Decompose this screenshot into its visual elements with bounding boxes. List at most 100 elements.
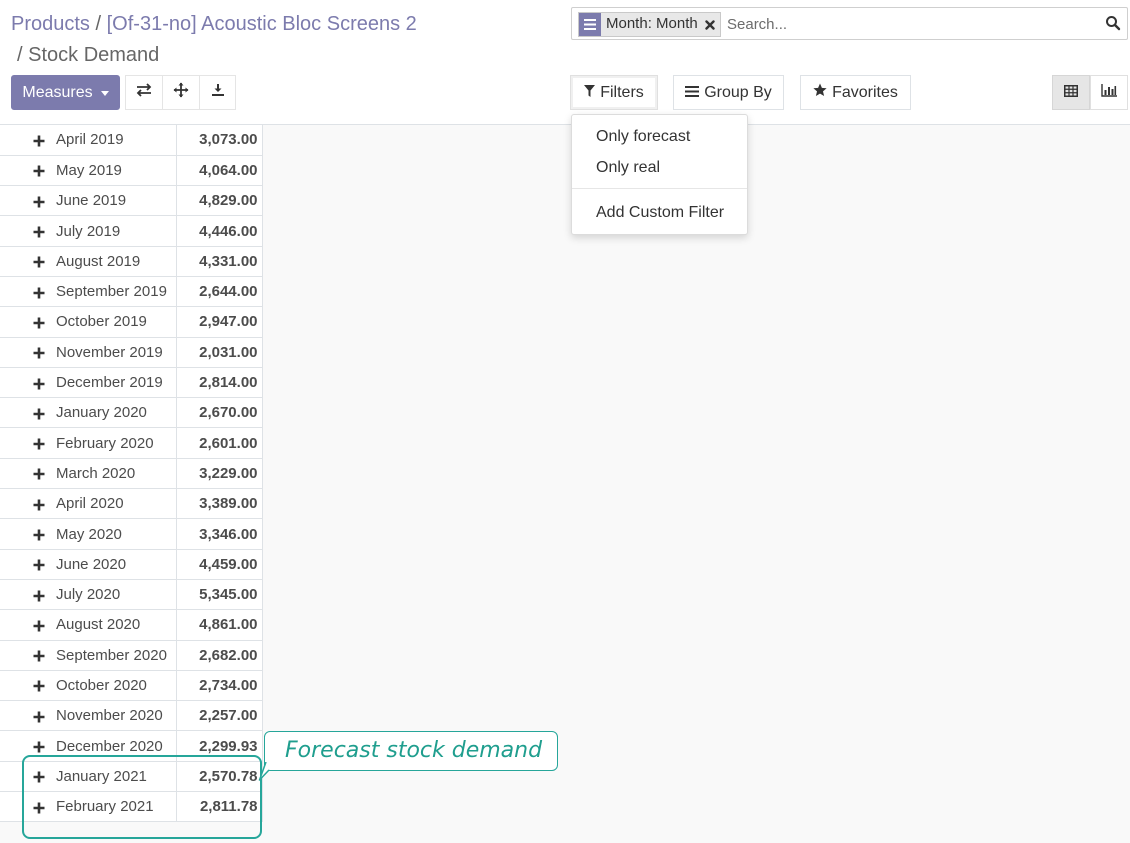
- pivot-cell-value[interactable]: 4,459.00: [176, 549, 263, 580]
- dropdown-divider: [572, 188, 747, 189]
- pivot-row-header[interactable]: July 2019: [0, 215, 177, 247]
- pivot-cell-value[interactable]: 2,734.00: [176, 670, 263, 702]
- pivot-row: October 2020 2,734.00: [0, 670, 263, 702]
- pivot-cell-value[interactable]: 4,064.00: [176, 155, 263, 187]
- expand-all-button[interactable]: [162, 75, 199, 110]
- add-custom-filter[interactable]: Add Custom Filter: [596, 204, 724, 222]
- pivot-row-header[interactable]: August 2019: [0, 246, 177, 277]
- pivot-cell-value[interactable]: 3,389.00: [176, 488, 263, 520]
- pivot-cell-value[interactable]: 2,299.93: [176, 730, 263, 762]
- pivot-row-label: November 2020: [56, 707, 163, 725]
- pivot-row-label: November 2019: [56, 343, 163, 361]
- plus-icon: [33, 346, 45, 363]
- pivot-cell-value[interactable]: 2,031.00: [176, 337, 263, 368]
- pivot-cell-value[interactable]: 4,446.00: [176, 215, 263, 247]
- favorites-button[interactable]: Favorites: [800, 75, 911, 110]
- pivot-row-header[interactable]: June 2019: [0, 185, 177, 217]
- measures-button[interactable]: Measures: [11, 75, 120, 110]
- pivot-cell-value[interactable]: 4,829.00: [176, 185, 263, 217]
- pivot-cell-value[interactable]: 2,257.00: [176, 700, 263, 732]
- pivot-row-header[interactable]: October 2019: [0, 306, 177, 338]
- search-input[interactable]: [725, 11, 1099, 38]
- pivot-row-header[interactable]: February 2020: [0, 427, 177, 459]
- filter-only-real[interactable]: Only real: [596, 159, 660, 177]
- pivot-cell-value[interactable]: 3,229.00: [176, 458, 263, 490]
- pivot-cell-value[interactable]: 5,345.00: [176, 579, 263, 611]
- pivot-cell-value[interactable]: 2,947.00: [176, 306, 263, 338]
- pivot-cell-value[interactable]: 4,331.00: [176, 246, 263, 277]
- pivot-cell-value[interactable]: 3,346.00: [176, 518, 263, 550]
- pivot-row-header[interactable]: May 2019: [0, 155, 177, 187]
- pivot-row: April 2019 3,073.00: [0, 125, 263, 156]
- flip-axis-button[interactable]: [125, 75, 162, 110]
- pivot-row-header[interactable]: September 2019: [0, 276, 177, 308]
- pivot-cell-value[interactable]: 2,811.78: [176, 791, 263, 823]
- pivot-row-header[interactable]: November 2019: [0, 337, 177, 368]
- pivot-cell-value[interactable]: 2,670.00: [176, 397, 263, 429]
- filter-only-forecast[interactable]: Only forecast: [596, 128, 690, 146]
- pivot-row-header[interactable]: January 2021: [0, 761, 177, 793]
- pivot-row-header[interactable]: January 2020: [0, 397, 177, 429]
- pivot-row: January 2021 2,570.78: [0, 761, 263, 793]
- pivot-view-button[interactable]: [1052, 75, 1090, 110]
- pivot-row-header[interactable]: March 2020: [0, 458, 177, 490]
- pivot-cell-value[interactable]: 3,073.00: [176, 125, 263, 156]
- plus-icon: [33, 558, 45, 575]
- filters-label: Filters: [600, 83, 644, 101]
- breadcrumb-product[interactable]: [Of-31-no] Acoustic Bloc Screens 2: [107, 13, 417, 35]
- pivot-cell-value[interactable]: 2,814.00: [176, 367, 263, 399]
- group-by-label: Group By: [704, 83, 772, 101]
- caret-down-icon: [100, 91, 109, 96]
- pivot-row-header[interactable]: November 2020: [0, 700, 177, 732]
- pivot-cell-value[interactable]: 2,682.00: [176, 640, 263, 671]
- pivot-cell-value[interactable]: 2,601.00: [176, 427, 263, 459]
- search-icon[interactable]: [1105, 15, 1121, 31]
- plus-icon: [33, 255, 45, 272]
- pivot-cell-value[interactable]: 2,644.00: [176, 276, 263, 308]
- pivot-row: July 2019 4,446.00: [0, 215, 263, 247]
- callout-tail-icon: [258, 761, 270, 789]
- pivot-row-header[interactable]: September 2020: [0, 640, 177, 671]
- search-facet: Month: Month: [578, 12, 721, 37]
- facet-remove-icon[interactable]: [702, 13, 720, 36]
- facet-value: Month: Month: [606, 15, 698, 32]
- pivot-row-label: December 2019: [56, 374, 163, 392]
- download-button[interactable]: [199, 75, 236, 110]
- pivot-row-label: June 2020: [56, 555, 127, 573]
- plus-icon: [33, 801, 45, 818]
- breadcrumb-products[interactable]: Products: [11, 13, 90, 35]
- pivot-row-header[interactable]: August 2020: [0, 609, 177, 641]
- pivot-row-header[interactable]: December 2020: [0, 730, 177, 762]
- measures-label: Measures: [22, 83, 93, 101]
- bar-chart-icon: [1101, 83, 1117, 102]
- pivot-cell-value[interactable]: 4,861.00: [176, 609, 263, 641]
- pivot-row-header[interactable]: June 2020: [0, 549, 177, 580]
- pivot-row-header[interactable]: July 2020: [0, 579, 177, 611]
- table-icon: [1064, 84, 1078, 102]
- pivot-row-header[interactable]: April 2020: [0, 488, 177, 520]
- pivot-row-label: February 2020: [56, 434, 154, 452]
- pivot-row-label: October 2019: [56, 313, 147, 331]
- pivot-row-header[interactable]: February 2021: [0, 791, 177, 823]
- pivot-row-header[interactable]: October 2020: [0, 670, 177, 702]
- pivot-row-header[interactable]: May 2020: [0, 518, 177, 550]
- favorites-label: Favorites: [832, 83, 898, 101]
- pivot-row-label: July 2019: [56, 222, 121, 240]
- pivot-row: July 2020 5,345.00: [0, 579, 263, 611]
- plus-icon: [33, 498, 45, 515]
- group-by-icon: [685, 84, 700, 102]
- pivot-row-label: January 2020: [56, 404, 147, 422]
- plus-icon: [33, 164, 45, 181]
- graph-view-button[interactable]: [1090, 75, 1128, 110]
- breadcrumb: Products / [Of-31-no] Acoustic Bloc Scre…: [11, 9, 531, 71]
- pivot-row-header[interactable]: December 2019: [0, 367, 177, 399]
- pivot-cell-value[interactable]: 2,570.78: [176, 761, 263, 793]
- filters-button[interactable]: Filters: [570, 75, 658, 110]
- pivot-row-label: January 2021: [56, 767, 147, 785]
- group-by-button[interactable]: Group By: [673, 75, 784, 110]
- control-panel: Products / [Of-31-no] Acoustic Bloc Scre…: [0, 0, 1130, 125]
- pivot-row-label: April 2019: [56, 131, 124, 149]
- pivot-row: March 2020 3,229.00: [0, 458, 263, 490]
- pivot-actions: [125, 75, 236, 110]
- pivot-row-header[interactable]: April 2019: [0, 125, 177, 156]
